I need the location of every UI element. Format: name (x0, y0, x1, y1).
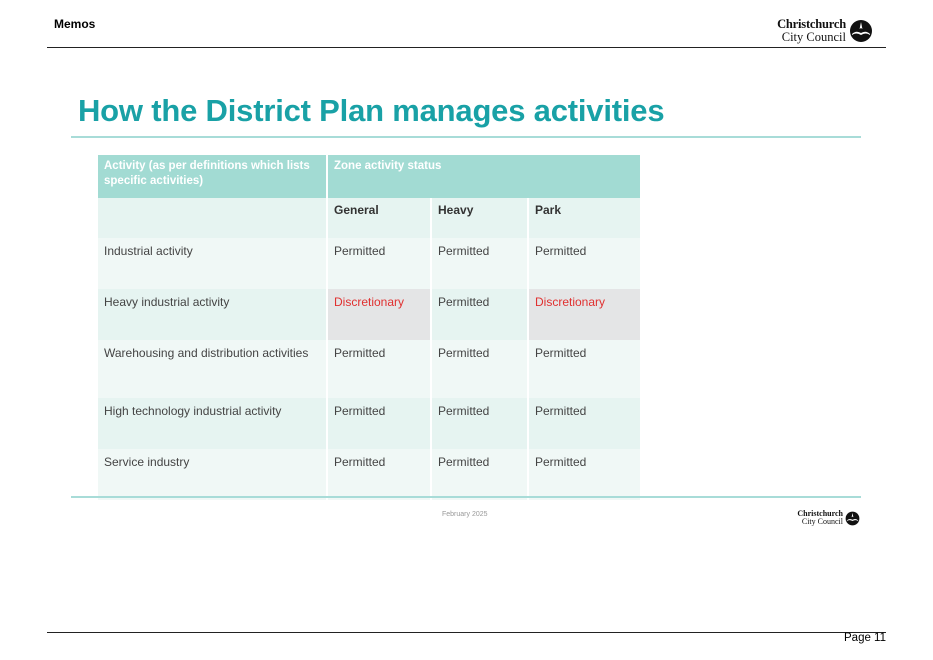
activity-status-table: Activity (as per definitions which lists… (96, 155, 642, 500)
activity-cell: Service industry (98, 449, 326, 500)
logo-line2: City Council (801, 517, 843, 526)
logo-line2: City Council (781, 29, 846, 44)
table-row: High technology industrial activity Perm… (98, 398, 641, 449)
zone-status-header: Zone activity status (328, 155, 641, 198)
status-cell: Permitted (432, 289, 527, 340)
logo-line1: Christchurch (777, 17, 846, 31)
zone-header-general: General (328, 198, 430, 238)
activity-cell: Industrial activity (98, 238, 326, 289)
table-row: Warehousing and distribution activities … (98, 340, 641, 398)
table-row: Industrial activity Permitted Permitted … (98, 238, 641, 289)
activity-cell: High technology industrial activity (98, 398, 326, 449)
council-logo: Christchurch City Council (777, 18, 873, 43)
status-cell: Permitted (328, 238, 430, 289)
section-label: Memos (54, 17, 96, 31)
status-cell: Permitted (328, 398, 430, 449)
title-divider (71, 136, 861, 138)
activity-cell: Heavy industrial activity (98, 289, 326, 340)
footer-divider (47, 632, 886, 633)
status-cell: Permitted (529, 449, 641, 500)
cathedral-emblem-icon (845, 511, 860, 525)
zone-header-heavy: Heavy (432, 198, 527, 238)
status-cell: Permitted (432, 398, 527, 449)
status-cell: Permitted (328, 449, 430, 500)
status-cell: Permitted (529, 238, 641, 289)
page-number: Page 11 (844, 632, 886, 644)
slide-date: February 2025 (442, 511, 488, 518)
status-cell: Permitted (432, 238, 527, 289)
table-row: Service industry Permitted Permitted Per… (98, 449, 641, 500)
status-cell: Permitted (529, 340, 641, 398)
status-cell: Permitted (529, 398, 641, 449)
slide-title: How the District Plan manages activities (78, 93, 665, 128)
status-cell: Permitted (328, 340, 430, 398)
zone-header-park: Park (529, 198, 641, 238)
activity-cell: Warehousing and distribution activities (98, 340, 326, 398)
slide-council-logo: Christchurch City Council (797, 510, 860, 526)
slide-footer-divider (71, 496, 861, 498)
blank-subheader-cell (98, 198, 326, 238)
cathedral-emblem-icon (850, 19, 872, 42)
table-row: Heavy industrial activity Discretionary … (98, 289, 641, 340)
status-cell: Permitted (432, 340, 527, 398)
header-divider (47, 47, 886, 48)
status-cell-discretionary: Discretionary (328, 289, 430, 340)
status-cell-discretionary: Discretionary (529, 289, 641, 340)
activity-column-header: Activity (as per definitions which lists… (98, 155, 326, 198)
status-cell: Permitted (432, 449, 527, 500)
